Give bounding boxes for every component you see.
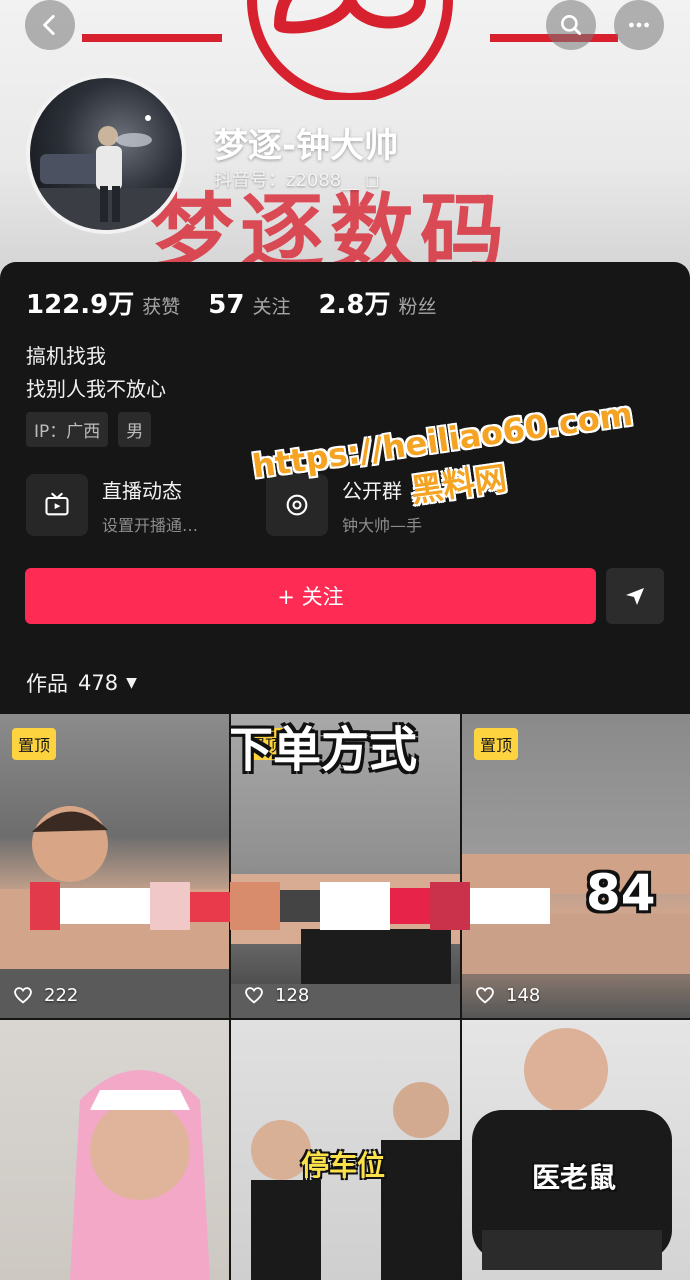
video-caption: 医老鼠 [532, 1161, 617, 1194]
chevron-left-icon [43, 14, 55, 36]
video-thumb-4[interactable] [0, 1020, 229, 1280]
video-caption: 下单方式 [231, 722, 418, 778]
bio-line: 找别人我不放心 [26, 377, 166, 401]
video-thumb-5[interactable]: 停车位 [231, 1020, 460, 1280]
profile-name: 梦逐-钟大帅 [214, 126, 399, 166]
video-thumb-image [472, 1028, 672, 1270]
video-likes: 222 [12, 984, 78, 1006]
profile-tags: IP：广西 男 [26, 412, 161, 447]
likes-count: 222 [44, 984, 79, 1006]
back-button[interactable] [25, 0, 75, 50]
more-button[interactable] [614, 0, 664, 50]
pinned-badge: 置顶 [474, 728, 519, 760]
likes-count: 148 [506, 984, 541, 1006]
video-thumb-6[interactable]: 医老鼠 [462, 1020, 690, 1280]
stat-label: 关注 [252, 296, 291, 318]
stat-following[interactable]: 57 关注 [208, 290, 290, 320]
video-caption: 停车位 [301, 1149, 386, 1182]
profile-stats: 122.9万 获赞 57 关注 2.8万 粉丝 [26, 284, 465, 321]
works-count: 478 [78, 671, 119, 695]
bio-line: 搞机找我 [26, 344, 106, 368]
stat-label: 获赞 [142, 296, 181, 318]
tv-icon [26, 474, 88, 536]
mosaic-blur [30, 882, 550, 930]
search-icon [561, 15, 582, 36]
heart-icon [14, 987, 32, 1004]
brand-logo-icon [247, 0, 453, 100]
feature-title: 直播动态 [102, 478, 182, 503]
send-icon [626, 588, 644, 605]
more-icon [629, 22, 649, 28]
share-button[interactable] [606, 568, 664, 624]
stat-value: 2.8万 [318, 290, 391, 320]
stat-value: 57 [208, 290, 245, 320]
likes-count: 128 [275, 984, 310, 1006]
video-likes: 128 [243, 984, 309, 1006]
douyin-id[interactable]: 抖音号：z2088__ ◻ [214, 166, 380, 192]
pinned-badge: 置顶 [12, 728, 57, 760]
video-thumb-2[interactable]: 置顶 下单方式 128 [231, 714, 460, 1018]
heart-icon [245, 987, 263, 1004]
avatar[interactable] [26, 74, 186, 234]
follow-button[interactable]: + 关注 [25, 568, 596, 624]
heart-icon [476, 987, 494, 1004]
works-label: 作品 [26, 672, 68, 696]
search-button[interactable] [546, 0, 596, 50]
stat-label: 粉丝 [398, 296, 437, 318]
tag-ip: IP：广西 [26, 412, 109, 447]
video-likes: 148 [474, 984, 540, 1006]
video-thumb-image [70, 1070, 210, 1280]
tag-gender: 男 [118, 412, 152, 447]
avatar-photo [30, 115, 182, 230]
stat-likes[interactable]: 122.9万 获赞 [26, 284, 180, 321]
profile-bio: 搞机找我 找别人我不放心 [26, 340, 166, 406]
stat-value: 122.9万 [26, 290, 135, 320]
video-thumb-3[interactable]: 置顶 84 148 [462, 714, 690, 1018]
stat-followers[interactable]: 2.8万 粉丝 [318, 284, 436, 321]
video-caption: 84 [586, 864, 656, 922]
tab-works[interactable]: 作品 478 ▼ [26, 668, 137, 698]
feature-subtitle: 设置开播通… [102, 515, 199, 535]
cover-line-left [82, 34, 222, 42]
video-thumb-1[interactable]: 置顶 222 [0, 714, 229, 1018]
feature-live-updates[interactable]: 直播动态 设置开播通… [26, 474, 198, 536]
caret-down-icon: ▼ [126, 675, 137, 691]
profile-cover: 梦逐数码 梦逐-钟大帅 抖音号：z2088__ ◻ [0, 0, 690, 300]
